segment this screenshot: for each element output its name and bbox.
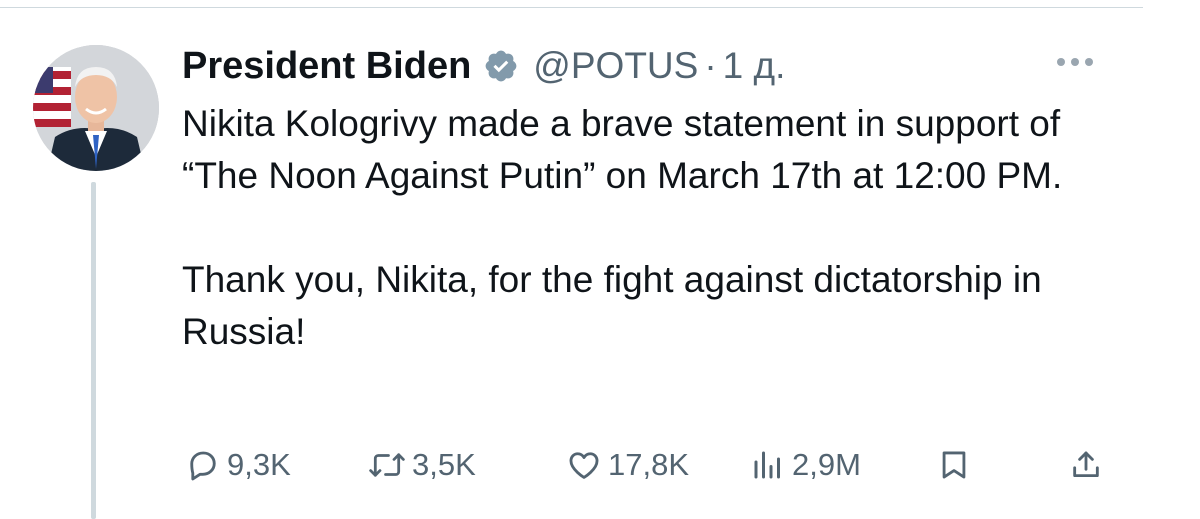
avatar-image — [33, 45, 159, 171]
repost-button[interactable]: 3,5K — [368, 440, 476, 490]
more-dot — [1057, 58, 1065, 66]
heart-icon — [569, 452, 599, 479]
like-count: 17,8K — [608, 447, 690, 482]
author-handle[interactable]: @POTUS — [533, 45, 698, 87]
tweet-paragraph-1: Nikita Kologrivy made a brave statement … — [182, 103, 1063, 196]
share-icon — [1073, 451, 1099, 478]
share-button[interactable] — [1069, 440, 1103, 490]
views-count: 2,9M — [792, 447, 861, 482]
tweet-text: Nikita Kologrivy made a brave statement … — [182, 98, 1082, 358]
tweet-paragraph-2: Thank you, Nikita, for the fight against… — [182, 259, 1042, 352]
more-dot — [1071, 58, 1079, 66]
views-button[interactable]: 2,9M — [750, 440, 861, 490]
like-button[interactable]: 17,8K — [566, 440, 689, 490]
tweet-header: President Biden @POTUS · 1 д. — [182, 40, 785, 92]
thread-connector-line — [91, 182, 96, 519]
bookmark-button[interactable] — [937, 440, 971, 490]
avatar[interactable] — [33, 45, 159, 171]
more-dots-icon[interactable] — [1057, 58, 1093, 66]
repost-icon — [369, 453, 405, 477]
reply-button[interactable]: 9,3K — [185, 440, 291, 490]
verified-badge-icon — [485, 50, 517, 82]
reply-count: 9,3K — [227, 447, 291, 482]
header-separator: · — [704, 45, 717, 86]
reply-icon — [190, 451, 216, 481]
tweet-action-bar: 9,3K 3,5K 17,8K 2,9M — [185, 440, 1105, 490]
repost-count: 3,5K — [412, 447, 476, 482]
bookmark-icon — [942, 451, 966, 479]
tweet-timestamp[interactable]: 1 д. — [723, 45, 786, 87]
views-chart-icon — [754, 451, 780, 479]
author-name[interactable]: President Biden — [182, 45, 471, 88]
top-divider — [0, 7, 1143, 8]
more-dot — [1085, 58, 1093, 66]
